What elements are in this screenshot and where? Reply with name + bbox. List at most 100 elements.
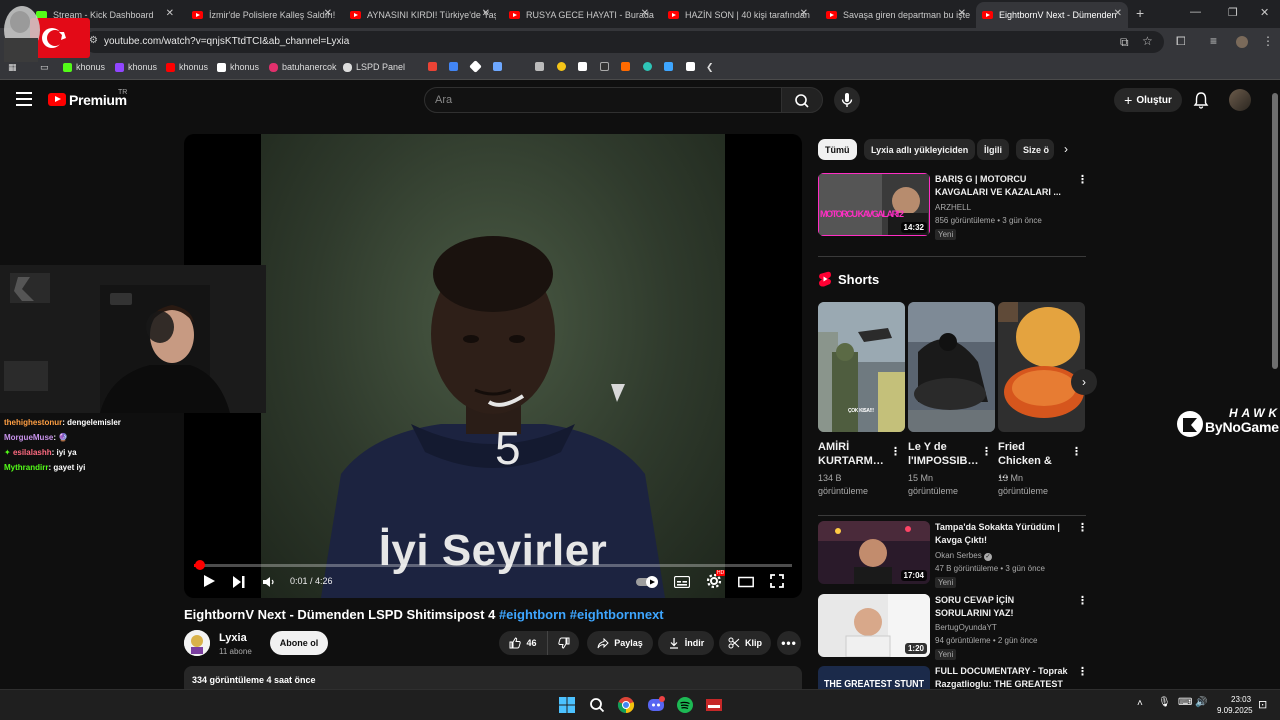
next-button[interactable] [232,575,246,593]
progress-scrubber[interactable] [195,560,205,570]
bookmark-item[interactable]: khonus [217,62,259,72]
share-button[interactable]: Paylaş [587,631,653,655]
microphone-icon[interactable]: 🎙 [1158,697,1171,708]
profile-avatar[interactable] [1236,36,1248,48]
clip-button[interactable]: Klip [719,631,771,655]
bookmark-item[interactable]: khonus [166,62,208,72]
browser-tab[interactable]: RUSYA GECE HAYATI - Burada İ ✕ [503,2,655,28]
cast-icon[interactable]: ⧉ [1120,35,1129,50]
channel-avatar[interactable] [184,630,210,656]
chrome-icon[interactable] [617,696,635,714]
bookmark-icon[interactable] [664,62,677,71]
clock-date[interactable]: 9.09.2025 [1217,706,1253,715]
video-title-link[interactable]: Tampa'da Sokakta Yürüdüm | Kavga Çıktı! [935,521,1070,547]
recording-app-icon[interactable] [705,696,723,714]
network-icon[interactable]: ⌨ [1178,697,1192,708]
gmail-icon[interactable] [449,62,462,71]
apps-grid-icon[interactable]: ▦ [8,62,17,73]
more-vertical-icon[interactable]: ⋮ [1071,445,1082,458]
system-tray-chevron-icon[interactable]: ˄ [1137,698,1143,709]
video-title-link[interactable]: BARIŞ G | MOTORCU KAVGALARI VE KAZALARI … [935,173,1070,199]
search-icon[interactable] [588,696,606,714]
channel-name[interactable]: ARZHELL [935,203,971,212]
close-icon[interactable]: ✕ [800,8,808,19]
more-vertical-icon[interactable]: ⋮ [1077,523,1088,534]
new-tab-button[interactable]: + [1136,5,1144,21]
close-icon[interactable]: ✕ [166,8,174,19]
dislike-button[interactable] [547,631,579,655]
bookmark-icon[interactable] [557,62,570,71]
bookmark-item[interactable]: khonus [115,62,157,72]
clock-time[interactable]: 23:03 [1231,695,1251,704]
calendar-icon[interactable] [535,62,548,71]
search-input[interactable]: Ara [424,87,782,113]
more-vertical-icon[interactable]: ⋮ [981,445,992,458]
bookmark-icon[interactable] [686,62,699,71]
chip-for-you[interactable]: Size ö [1016,139,1054,160]
bookmark-star-icon[interactable]: ☆ [1142,34,1153,48]
address-bar[interactable]: ⚙ youtube.com/watch?v=qnjsKTtdTCI&ab_cha… [84,31,1164,53]
subscribe-button[interactable]: Abone ol [270,631,328,655]
create-button[interactable]: + Oluştur [1114,88,1182,112]
video-thumbnail[interactable]: 1:20 [818,594,930,657]
progress-bar[interactable] [194,560,792,570]
browser-tab[interactable]: HAZİN SON | 40 kişi tarafından ✕ [662,2,814,28]
hamburger-menu-icon[interactable] [16,92,32,106]
youtube-logo-icon[interactable] [48,93,66,106]
subtitles-button[interactable] [673,575,691,593]
video-title-link[interactable]: SORU CEVAP İÇİN SORULARINI YAZ! [935,594,1070,620]
video-player[interactable]: 5 İyi Seyirler 0:01 / 4:26 HD [184,134,802,598]
video-thumbnail[interactable]: MOTORCU KAVGALARI 2 14:32 [818,173,930,236]
more-vertical-icon[interactable]: ⋮ [1077,175,1088,186]
minimize-icon[interactable]: — [1190,6,1201,18]
browser-tab[interactable]: AYNASINI KIRDI! Türkiye'de Yaş ✕ [344,2,496,28]
more-vertical-icon[interactable]: ⋮ [890,445,901,458]
chevron-right-icon[interactable]: › [1064,142,1068,156]
short-thumbnail[interactable] [998,302,1085,432]
notification-center-icon[interactable]: ⊡ [1258,698,1267,711]
autoplay-toggle[interactable] [636,575,660,593]
voice-search-button[interactable] [834,87,860,113]
video-thumbnail[interactable]: THE GREATEST STUNT [818,666,930,689]
bookmark-icon[interactable] [578,62,591,71]
spotify-icon[interactable] [676,696,694,714]
short-thumbnail[interactable]: ÇOK KISA!!! [818,302,905,432]
browser-tab-active[interactable]: EightbornV Next - Dümenden ✕ [976,2,1128,28]
browser-tab[interactable]: Savaşa giren departman bu işte ✕ [820,2,972,28]
discord-icon[interactable] [647,696,665,714]
volume-icon[interactable]: 🔊 [1195,697,1207,708]
more-vertical-icon[interactable]: ⋮ [1077,596,1088,607]
short-title[interactable]: AMİRİ KURTARM… [818,440,884,468]
browser-tab[interactable]: İzmir'de Polislere Kalleş Saldırı! ✕ [186,2,338,28]
video-thumbnail[interactable]: 17:04 [818,521,930,584]
chip-all[interactable]: Tümü [818,139,857,160]
fullscreen-button[interactable] [770,574,784,593]
chip-from-uploader[interactable]: Lyxia adlı yükleyiciden [864,139,976,160]
extensions-icon[interactable]: ⧠ [1176,34,1186,49]
scroll-thumb[interactable] [1272,93,1278,369]
like-button[interactable]: 46 [499,631,547,655]
bookmark-icon[interactable] [600,62,613,71]
close-icon[interactable]: ✕ [958,8,966,19]
channel-name[interactable]: BertugOyundaYT [935,623,997,632]
short-thumbnail[interactable] [908,302,995,432]
bookmark-item[interactable]: batuhanercok [269,62,337,72]
bookmark-icon[interactable] [621,62,634,71]
more-vertical-icon[interactable]: ⋮ [1077,667,1088,678]
close-window-icon[interactable]: ✕ [1260,6,1269,19]
theater-mode-button[interactable] [738,575,754,593]
gmail-icon[interactable] [428,62,441,71]
windows-start-icon[interactable] [558,696,576,714]
bookmark-icon[interactable] [469,60,484,73]
close-icon[interactable]: ✕ [482,8,490,19]
close-icon[interactable]: ✕ [324,8,332,19]
shield-icon[interactable] [493,62,506,71]
play-button[interactable] [202,574,216,593]
video-title-link[interactable]: FULL DOCUMENTARY - Toprak Razgatlioglu: … [935,665,1070,689]
channel-name[interactable]: Lyxia [219,632,247,644]
bookmark-icon[interactable]: ❮ [706,62,714,73]
page-scrollbar[interactable] [1270,81,1280,689]
volume-button[interactable] [262,575,276,593]
folder-icon[interactable]: ▭ [40,62,49,73]
shorts-next-button[interactable]: › [1071,369,1097,395]
